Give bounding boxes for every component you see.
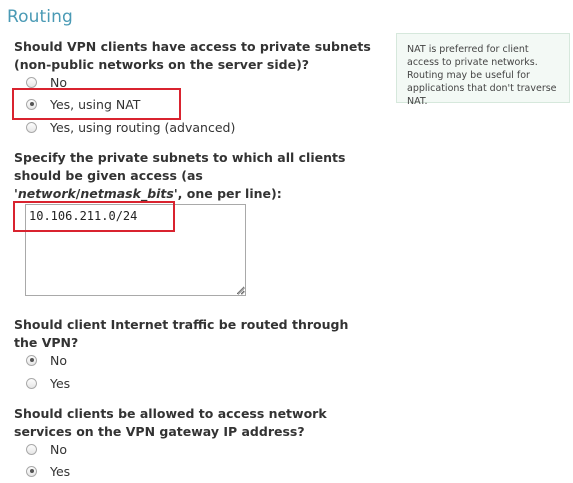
subnets-question-bits: netmask_bits — [80, 186, 174, 201]
internet-traffic-question: Should client Internet traffic be routed… — [14, 317, 349, 350]
help-note-text: NAT is preferred for client access to pr… — [407, 44, 557, 107]
private-access-option-routing[interactable]: Yes, using routing (advanced) — [26, 118, 235, 136]
private-access-radio-routing[interactable] — [26, 121, 37, 133]
gateway-services-question: Should clients be allowed to access netw… — [14, 406, 327, 439]
private-access-question: Should VPN clients have access to privat… — [14, 39, 371, 72]
internet-traffic-option-yes[interactable]: Yes — [26, 374, 70, 392]
private-access-option-nat[interactable]: Yes, using NAT — [26, 95, 140, 113]
gateway-services-radio-yes[interactable] — [26, 465, 37, 477]
subnets-question: Specify the private subnets to which all… — [14, 149, 374, 203]
subnets-question-network: network — [17, 186, 76, 201]
gateway-services-label-yes: Yes — [50, 463, 71, 479]
internet-traffic-radio-yes[interactable] — [26, 377, 37, 389]
private-access-label-nat: Yes, using NAT — [50, 96, 141, 112]
private-access-label-no: No — [50, 74, 67, 90]
private-access-option-no[interactable]: No — [26, 73, 67, 91]
internet-traffic-option-no[interactable]: No — [26, 351, 67, 369]
gateway-services-option-yes[interactable]: Yes — [26, 462, 70, 480]
private-access-radio-no[interactable] — [26, 76, 37, 88]
private-access-radio-nat[interactable] — [26, 98, 37, 110]
internet-traffic-label-yes: Yes — [50, 375, 71, 391]
internet-traffic-label-no: No — [50, 352, 67, 368]
gateway-services-radio-no[interactable] — [26, 443, 37, 455]
section-title-routing: Routing — [7, 7, 73, 27]
subnets-question-after: ', one per line): — [173, 186, 282, 201]
gateway-services-label-no: No — [50, 441, 67, 457]
routing-help-note: NAT is preferred for client access to pr… — [396, 33, 570, 107]
internet-traffic-radio-no[interactable] — [26, 354, 37, 366]
gateway-services-option-no[interactable]: No — [26, 440, 67, 458]
private-access-label-routing: Yes, using routing (advanced) — [50, 119, 236, 135]
private-subnets-textarea[interactable]: 10.106.211.0/24 — [25, 204, 246, 296]
